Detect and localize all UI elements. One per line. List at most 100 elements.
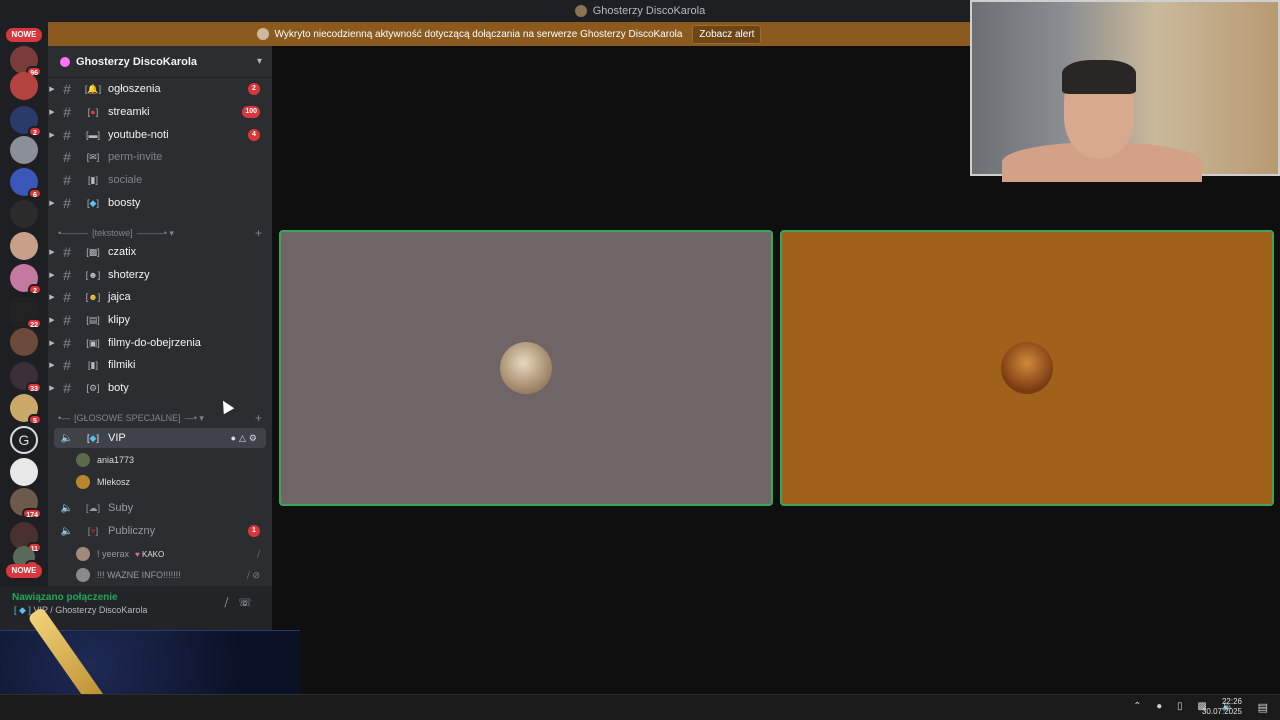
expand-arrow-icon: ▶ — [49, 132, 55, 139]
view-alert-button[interactable]: Zobacz alert — [692, 24, 762, 44]
channel-list: Ghosterzy DiscoKarola ▾ ▶ # [🔔] ogłoszenia 2… — [48, 46, 272, 632]
server-icon[interactable]: 96 — [10, 46, 42, 77]
avatar — [76, 475, 90, 489]
google-server-icon[interactable]: G — [10, 426, 38, 454]
server-icon[interactable] — [10, 136, 38, 164]
add-channel-icon[interactable]: + — [255, 411, 262, 425]
unread-badge: 2 — [28, 126, 42, 137]
channel-name: Suby — [108, 502, 134, 514]
server-icon[interactable] — [10, 328, 38, 356]
unread-badge: 33 — [26, 382, 42, 393]
server-icon[interactable]: 174 — [10, 488, 42, 519]
alert-text: Wykryto niecodzienną aktywność dotyczącą… — [274, 28, 683, 40]
notification-icon[interactable]: ▤ — [1258, 701, 1268, 714]
channel-name: sociale — [108, 174, 143, 186]
channel-item[interactable]: ▶ # [▩] czatix — [48, 242, 272, 262]
unread-badge: 22 — [26, 318, 42, 329]
mention-count: 1 — [248, 525, 260, 537]
server-icon[interactable] — [10, 458, 38, 486]
avatar — [76, 547, 90, 561]
channel-item[interactable]: ▶ # [☻] shoterzy — [48, 265, 272, 285]
envelope-icon: [✉] — [86, 151, 100, 162]
channel-item[interactable]: ▶ # [●] streamki 100 — [48, 102, 272, 122]
channel-item[interactable]: ▶ # [☻] jajca — [48, 287, 272, 307]
avatar — [1001, 342, 1053, 394]
hash-icon: # — [63, 104, 71, 120]
connection-status: Nawiązano połączenie — [12, 592, 118, 603]
screen-icon: [▬] — [85, 130, 100, 140]
server-header[interactable]: Ghosterzy DiscoKarola ▾ — [48, 46, 272, 78]
category-label: [GŁOSOWE SPECJALNE] — [74, 413, 181, 423]
chevron-down-icon: ▾ — [256, 56, 262, 67]
channel-item[interactable]: ▶ # [⚙] boty — [48, 378, 272, 398]
red-circle-icon: [●] — [87, 107, 99, 117]
channel-item[interactable]: # [✉] perm-invite — [48, 147, 272, 167]
unread-badge: 6 — [28, 188, 42, 199]
channel-item[interactable]: ▶ # [◆] boosty — [48, 193, 272, 213]
gem-icon: [◆] — [87, 197, 99, 208]
expand-arrow-icon: ▶ — [49, 272, 55, 279]
expand-arrow-icon: ▶ — [49, 317, 55, 324]
expand-arrow-icon: ▶ — [49, 109, 55, 116]
clock[interactable]: 22:26 30.07.2025 — [1192, 697, 1242, 717]
hash-icon: # — [63, 127, 71, 143]
server-icon — [574, 5, 587, 17]
voice-channel-vip[interactable]: 🔈 [◆] VIP ●△⚙ — [54, 428, 266, 448]
voice-channel-suby[interactable]: 🔈 [☁] Suby — [54, 498, 266, 518]
channel-name: ogłoszenia — [108, 83, 161, 95]
windows-taskbar: ⌃ ● ▯ ▩ 🔈 22:26 30.07.2025 ▤ — [0, 694, 1280, 720]
new-badge[interactable]: NOWE — [6, 564, 42, 578]
channel-item[interactable]: ▶ # [▬] youtube-noti 4 — [48, 125, 272, 145]
mention-count: 100 — [242, 106, 260, 118]
channel-item[interactable]: # [▮] sociale — [48, 170, 272, 190]
server-icon[interactable]: 22 — [10, 298, 42, 329]
voice-user[interactable]: !!! WAZNE INFO!!!!!!! ⧸ ⊘ — [76, 566, 266, 584]
channel-item[interactable]: ▶ # [▤] klipy — [48, 310, 272, 330]
server-icon[interactable]: 33 — [10, 362, 42, 393]
category-header[interactable]: •— [GŁOSOWE SPECJALNE] —• ▾ + — [58, 411, 268, 425]
channel-name: VIP — [108, 432, 126, 444]
server-icon[interactable]: 2 — [10, 264, 42, 295]
channel-name: klipy — [108, 314, 131, 326]
connection-controls[interactable]: ⧸☏ — [225, 596, 263, 610]
voice-channel-publiczny[interactable]: 🔈 [♥] Publiczny 1 — [54, 521, 266, 541]
bell-icon: [🔔] — [84, 83, 102, 94]
date: 30.07.2025 — [1201, 707, 1242, 716]
username: ! yeerax — [97, 549, 130, 559]
server-icon[interactable]: 2 — [10, 106, 42, 137]
chat-icon: [▩] — [86, 246, 100, 257]
speaker-icon: 🔈 — [60, 525, 74, 537]
channel-name: filmy-do-obejrzenia — [108, 337, 201, 349]
voice-user[interactable]: Mlekosz — [76, 473, 266, 491]
server-icon[interactable]: 5 — [10, 394, 42, 425]
voice-user[interactable]: ania1773 — [76, 451, 266, 469]
new-badge[interactable]: NOWE — [6, 28, 42, 42]
unread-badge: 174 — [22, 508, 42, 519]
channel-item[interactable]: ▶ # [▣] filmy-do-obejrzenia — [48, 333, 272, 353]
participant-tile[interactable] — [279, 230, 773, 506]
speaker-icon: 🔈 — [60, 502, 74, 514]
server-list: NOWE 96 2 6 2 22 33 5 G 174 11 4 NOWE — [0, 22, 48, 632]
expand-arrow-icon: ▶ — [49, 362, 55, 369]
voice-tools[interactable]: ●△⚙ — [231, 433, 260, 444]
server-icon[interactable] — [10, 232, 38, 260]
participant-tile[interactable] — [780, 230, 1274, 506]
voice-user[interactable]: ! yeerax ♥ KAKO ⧸ — [76, 545, 266, 563]
webcam-overlay — [970, 0, 1280, 182]
server-icon[interactable]: 6 — [10, 168, 42, 199]
hash-icon: # — [63, 312, 71, 328]
add-channel-icon[interactable]: + — [255, 226, 262, 240]
server-icon[interactable] — [10, 200, 38, 228]
channel-item[interactable]: ▶ # [▮] filmiki — [48, 355, 272, 375]
category-header[interactable]: •——— [tekstowe] ———• ▾ + — [58, 226, 268, 240]
person-icon: [☻] — [85, 270, 101, 280]
alert-banner: Wykryto niecodzienną aktywność dotyczącą… — [48, 22, 970, 46]
server-icon[interactable] — [10, 72, 38, 100]
channel-item[interactable]: ▶ # [🔔] ogłoszenia 2 — [48, 79, 272, 99]
heart-icon: [♥] — [87, 526, 99, 536]
channel-name: boty — [108, 382, 129, 394]
phone-icon: [▮] — [88, 359, 98, 370]
cloud-icon: [☁] — [85, 502, 100, 513]
hash-icon: # — [63, 357, 71, 373]
user-tag: ♥ KAKO — [135, 549, 165, 559]
